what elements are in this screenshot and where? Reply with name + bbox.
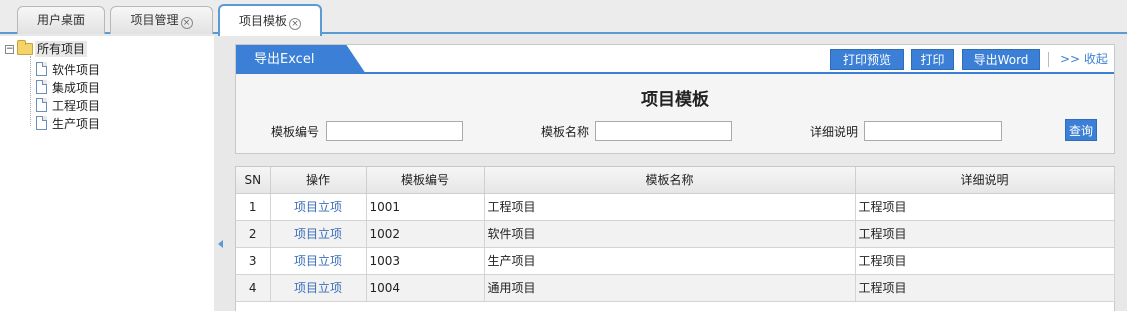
close-icon[interactable]: × — [180, 17, 193, 29]
tree-guide-line — [30, 56, 31, 126]
template-name-cell: 软件项目 — [484, 220, 856, 248]
project-initiation-link[interactable]: 项目立项 — [294, 200, 342, 214]
project-initiation-link[interactable]: 项目立项 — [294, 281, 342, 295]
close-icon[interactable]: × — [289, 18, 301, 30]
table-row[interactable]: 3 项目立项 1003 生产项目 工程项目 — [236, 247, 1115, 275]
document-icon — [36, 80, 47, 94]
action-cell: 项目立项 — [270, 220, 367, 248]
action-cell: 项目立项 — [270, 247, 367, 275]
row-sn: 2 — [236, 220, 271, 248]
tab-label: 项目模板 — [238, 14, 287, 28]
tab-user-desktop[interactable]: 用户桌面 — [17, 6, 105, 34]
template-name-cell: 工程项目 — [484, 193, 856, 221]
description-input[interactable] — [864, 121, 1002, 141]
tab-bar: 用户桌面 项目管理 × 项目模板 × — [0, 0, 1127, 36]
project-initiation-link[interactable]: 项目立项 — [294, 227, 342, 241]
template-name-cell: 通用项目 — [484, 274, 856, 302]
collapse-link[interactable]: >> 收起 — [1060, 51, 1108, 68]
column-header: 操作 — [270, 167, 367, 194]
tree-item-software[interactable]: 软件项目 — [36, 60, 100, 78]
row-sn: 1 — [236, 193, 271, 221]
tree-root[interactable]: − 所有项目 — [5, 40, 88, 57]
description-cell: 工程项目 — [855, 247, 1115, 275]
toolbar-divider — [1048, 52, 1049, 67]
tree-item-engineering[interactable]: 工程项目 — [36, 96, 100, 114]
print-button[interactable]: 打印 — [911, 49, 954, 70]
column-header: 详细说明 — [855, 167, 1115, 194]
tab-label: 项目管理 — [130, 13, 179, 27]
description-cell: 工程项目 — [855, 220, 1115, 248]
project-tree: − 所有项目 软件项目 集成项目 工程项目 生产项目 — [0, 36, 214, 311]
folder-icon — [17, 40, 33, 55]
collapse-arrow-icon[interactable] — [218, 240, 223, 248]
template-code-cell: 1003 — [366, 247, 485, 275]
table-row[interactable]: 1 项目立项 1001 工程项目 工程项目 — [236, 193, 1115, 221]
export-word-button[interactable]: 导出Word — [962, 49, 1040, 70]
tree-item-production[interactable]: 生产项目 — [36, 114, 100, 132]
tree-item-integration[interactable]: 集成项目 — [36, 78, 100, 96]
column-header: SN — [236, 167, 271, 194]
table-row[interactable]: 4 项目立项 1004 通用项目 工程项目 — [236, 274, 1115, 302]
tree-item-label[interactable]: 工程项目 — [52, 97, 100, 114]
description-cell: 工程项目 — [855, 274, 1115, 302]
template-code-cell: 1002 — [366, 220, 485, 248]
row-sn: 4 — [236, 274, 271, 302]
panel-splitter[interactable] — [214, 36, 232, 311]
tab-project-management[interactable]: 项目管理 × — [110, 6, 213, 34]
template-table: SN 操作 模板编号 模板名称 详细说明 1 项目立项 1001 工程项目 工程… — [235, 166, 1115, 311]
template-name-cell: 生产项目 — [484, 247, 856, 275]
search-panel: 导出Excel 打印预览 打印 导出Word >> 收起 项目模板 模板编号 模… — [235, 44, 1115, 154]
app-window: 用户桌面 项目管理× 项目模板× − 所有项目 软件项目 集成项目 工程项目 — [0, 0, 1127, 311]
tree-root-label[interactable]: 所有项目 — [35, 41, 88, 57]
template-name-input[interactable] — [595, 121, 732, 141]
project-initiation-link[interactable]: 项目立项 — [294, 254, 342, 268]
document-icon — [36, 116, 47, 130]
template-code-cell: 1004 — [366, 274, 485, 302]
table-row[interactable]: 2 项目立项 1002 软件项目 工程项目 — [236, 220, 1115, 248]
column-header: 模板编号 — [366, 167, 485, 194]
print-preview-button[interactable]: 打印预览 — [830, 49, 904, 70]
table-header-row: SN 操作 模板编号 模板名称 详细说明 — [236, 167, 1115, 194]
document-icon — [36, 98, 47, 112]
collapse-toggle-icon[interactable]: − — [5, 44, 14, 54]
tab-label: 用户桌面 — [36, 13, 85, 27]
tab-project-template[interactable]: 项目模板 × — [218, 4, 322, 36]
template-code-input[interactable] — [326, 121, 463, 141]
tree-item-label[interactable]: 软件项目 — [52, 61, 100, 78]
document-icon — [36, 62, 47, 76]
action-cell: 项目立项 — [270, 274, 367, 302]
template-name-label: 模板名称 — [540, 125, 589, 139]
action-cell: 项目立项 — [270, 193, 367, 221]
export-excel-button[interactable]: 导出Excel — [236, 45, 366, 74]
description-cell: 工程项目 — [855, 193, 1115, 221]
tree-item-label[interactable]: 生产项目 — [52, 115, 100, 132]
page-title: 项目模板 — [641, 90, 709, 110]
tree-item-label[interactable]: 集成项目 — [52, 79, 100, 96]
query-button[interactable]: 查询 — [1065, 119, 1097, 141]
panel-toolbar: 导出Excel 打印预览 打印 导出Word >> 收起 — [236, 45, 1114, 74]
template-code-cell: 1001 — [366, 193, 485, 221]
row-sn: 3 — [236, 247, 271, 275]
column-header: 模板名称 — [484, 167, 856, 194]
template-code-label: 模板编号 — [270, 125, 319, 139]
description-label: 详细说明 — [809, 125, 858, 139]
